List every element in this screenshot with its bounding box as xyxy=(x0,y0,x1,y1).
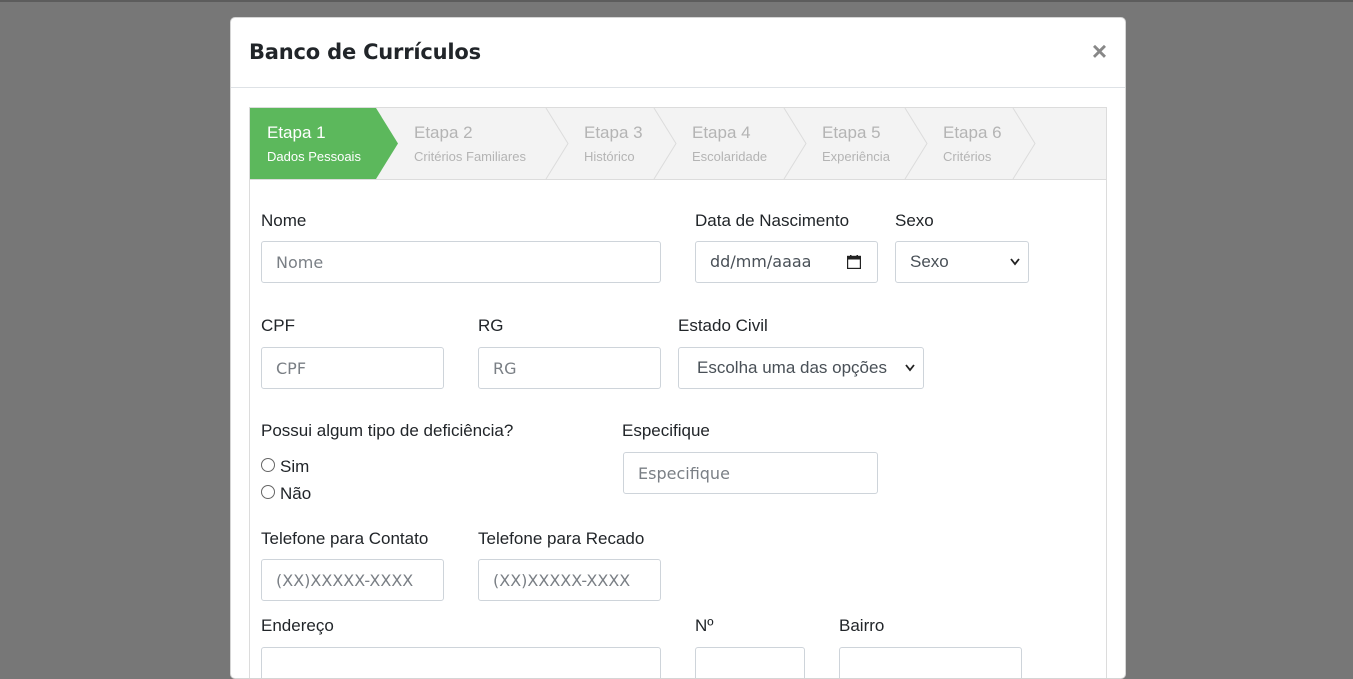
cpf-label: CPF xyxy=(261,316,295,335)
especifique-label: Especifique xyxy=(622,421,710,440)
radio-nao-label: Não xyxy=(280,484,312,503)
cpf-input[interactable] xyxy=(261,347,444,389)
endereco-label: Endereço xyxy=(261,616,334,635)
wizard-steps: Etapa 1 Dados Pessoais Etapa 2 Critérios… xyxy=(250,107,1106,180)
step-5-separator xyxy=(904,107,928,180)
nome-input[interactable] xyxy=(261,241,661,283)
telefone-contato-label: Telefone para Contato xyxy=(261,529,429,548)
step-2-subtitle: Critérios Familiares xyxy=(414,149,526,164)
step-1-arrow-shape xyxy=(250,108,398,179)
chevron-down-icon xyxy=(1010,242,1020,298)
calendar-icon[interactable] xyxy=(847,255,861,269)
deficiencia-label: Possui algum tipo de deficiência? xyxy=(261,421,514,440)
radio-nao[interactable] xyxy=(261,484,275,499)
step-2-title: Etapa 2 xyxy=(414,123,473,142)
step-5-subtitle: Experiência xyxy=(822,149,890,164)
deficiencia-option-nao[interactable]: Não xyxy=(261,484,311,504)
step-3-title: Etapa 3 xyxy=(584,123,643,142)
endereco-input[interactable] xyxy=(261,647,661,678)
step-3[interactable]: Etapa 3 Histórico xyxy=(568,107,677,180)
backdrop-top-edge xyxy=(0,0,1353,2)
numero-input[interactable] xyxy=(695,647,805,678)
step-1-title: Etapa 1 xyxy=(267,123,326,142)
resume-bank-modal: Banco de Currículos × Etapa 1 Dados Pess… xyxy=(230,17,1126,679)
step-3-separator xyxy=(653,107,677,180)
step-1-subtitle: Dados Pessoais xyxy=(267,149,361,164)
estado-civil-select[interactable]: Escolha uma das opções xyxy=(678,347,924,389)
rg-input[interactable] xyxy=(478,347,661,389)
step-4[interactable]: Etapa 4 Escolaridade xyxy=(676,107,807,180)
estado-civil-label: Estado Civil xyxy=(678,316,768,335)
step-3-subtitle: Histórico xyxy=(584,149,635,164)
step-2[interactable]: Etapa 2 Critérios Familiares xyxy=(398,107,569,180)
step-4-title: Etapa 4 xyxy=(692,123,751,142)
step-2-separator xyxy=(545,107,569,180)
step-4-separator xyxy=(783,107,807,180)
nascimento-label: Data de Nascimento xyxy=(695,211,850,230)
especifique-input[interactable] xyxy=(623,452,878,494)
sexo-select[interactable]: Sexo xyxy=(895,241,1029,283)
nascimento-value: dd/mm/aaaa xyxy=(710,252,812,271)
nome-label: Nome xyxy=(261,211,307,230)
rg-label: RG xyxy=(478,316,504,335)
step-1[interactable]: Etapa 1 Dados Pessoais xyxy=(250,108,398,179)
wizard: Etapa 1 Dados Pessoais Etapa 2 Critérios… xyxy=(249,107,1107,678)
telefone-contato-input[interactable] xyxy=(261,559,444,601)
step-6-separator xyxy=(1012,107,1036,180)
bairro-label: Bairro xyxy=(839,616,885,635)
numero-label: Nº xyxy=(695,616,714,635)
estado-civil-selected-value: Escolha uma das opções xyxy=(697,358,887,377)
step-5[interactable]: Etapa 5 Experiência xyxy=(806,107,928,180)
bairro-input[interactable] xyxy=(839,647,1022,678)
nascimento-date-input[interactable]: dd/mm/aaaa xyxy=(695,241,878,283)
radio-sim[interactable] xyxy=(261,457,275,472)
step-4-subtitle: Escolaridade xyxy=(692,149,768,164)
telefone-recado-input[interactable] xyxy=(478,559,661,601)
sexo-selected-value: Sexo xyxy=(910,252,949,271)
radio-sim-label: Sim xyxy=(280,457,310,476)
deficiencia-option-sim[interactable]: Sim xyxy=(261,457,309,477)
step-6-title: Etapa 6 xyxy=(943,123,1002,142)
telefone-recado-label: Telefone para Recado xyxy=(478,529,645,548)
modal-header: Banco de Currículos × xyxy=(231,18,1125,88)
close-button[interactable]: × xyxy=(1092,38,1107,64)
step-5-title: Etapa 5 xyxy=(822,123,881,142)
step-6-subtitle: Critérios xyxy=(943,149,992,164)
sexo-label: Sexo xyxy=(895,211,934,230)
modal-title: Banco de Currículos xyxy=(249,40,481,64)
step-6[interactable]: Etapa 6 Critérios xyxy=(927,107,1036,180)
chevron-down-icon xyxy=(905,348,915,404)
